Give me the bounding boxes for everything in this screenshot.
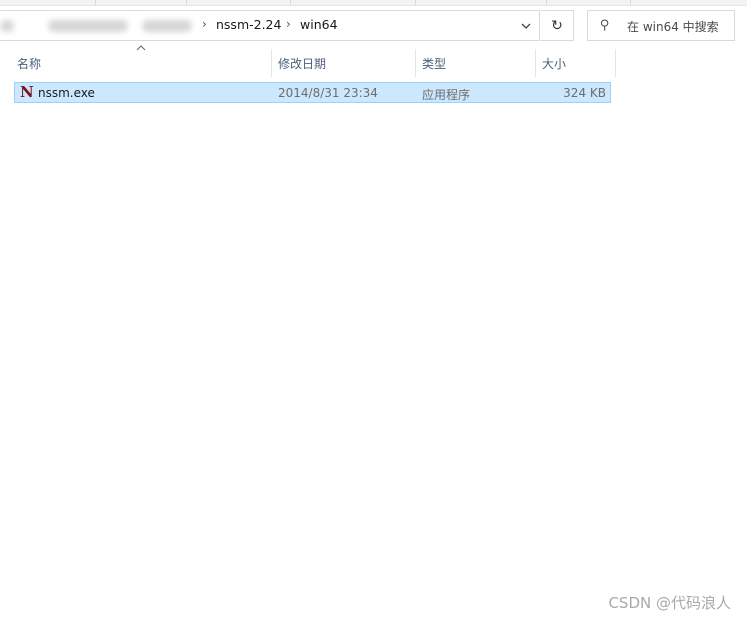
column-header-size[interactable]: 大小: [542, 55, 566, 72]
blurred-breadcrumb: [48, 20, 128, 32]
ribbon-separator: [630, 0, 631, 5]
column-divider[interactable]: [271, 49, 272, 77]
blurred-breadcrumb: [142, 20, 192, 32]
column-divider[interactable]: [415, 49, 416, 77]
column-header-name[interactable]: 名称: [17, 55, 41, 72]
ribbon-strip: [0, 0, 747, 6]
file-modified-date: 2014/8/31 23:34: [278, 86, 378, 100]
ribbon-separator: [290, 0, 291, 5]
watermark: CSDN @代码浪人: [608, 594, 731, 612]
breadcrumb-separator[interactable]: ›: [286, 17, 291, 31]
file-name[interactable]: nssm.exe: [38, 86, 95, 100]
column-divider[interactable]: [535, 49, 536, 77]
address-bar[interactable]: › nssm-2.24 › win64: [0, 10, 540, 41]
search-placeholder: 在 win64 中搜索: [627, 20, 719, 34]
search-input[interactable]: ⚲ 在 win64 中搜索: [587, 10, 735, 41]
search-icon: ⚲: [600, 18, 610, 33]
nssm-app-icon: N: [20, 83, 34, 101]
breadcrumb-nssm[interactable]: nssm-2.24: [216, 17, 281, 32]
file-type: 应用程序: [422, 88, 471, 102]
chevron-down-icon-svg: [521, 23, 531, 29]
column-header-type[interactable]: 类型: [422, 55, 446, 72]
refresh-icon: ↻: [551, 17, 563, 34]
blurred-breadcrumb: [0, 20, 14, 32]
ribbon-separator: [186, 0, 187, 5]
breadcrumb-separator[interactable]: ›: [202, 17, 207, 31]
column-header-date[interactable]: 修改日期: [278, 55, 326, 72]
chevron-down-icon[interactable]: [513, 11, 539, 40]
file-row-nssm[interactable]: N nssm.exe 2014/8/31 23:34 应用程序 324 KB: [14, 82, 611, 103]
ribbon-separator: [546, 0, 547, 5]
ribbon-separator: [415, 0, 416, 5]
column-divider[interactable]: [615, 49, 616, 77]
refresh-button[interactable]: ↻: [541, 10, 574, 41]
breadcrumb-win64[interactable]: win64: [300, 17, 338, 32]
sort-ascending-icon: [136, 43, 146, 54]
column-header-row: 名称 修改日期 类型 大小: [0, 43, 747, 77]
ribbon-separator: [95, 0, 96, 5]
file-size: 324 KB: [563, 86, 606, 100]
file-explorer-window: › nssm-2.24 › win64 ↻ ⚲ 在 win64 中搜索 名称 修…: [0, 0, 747, 619]
